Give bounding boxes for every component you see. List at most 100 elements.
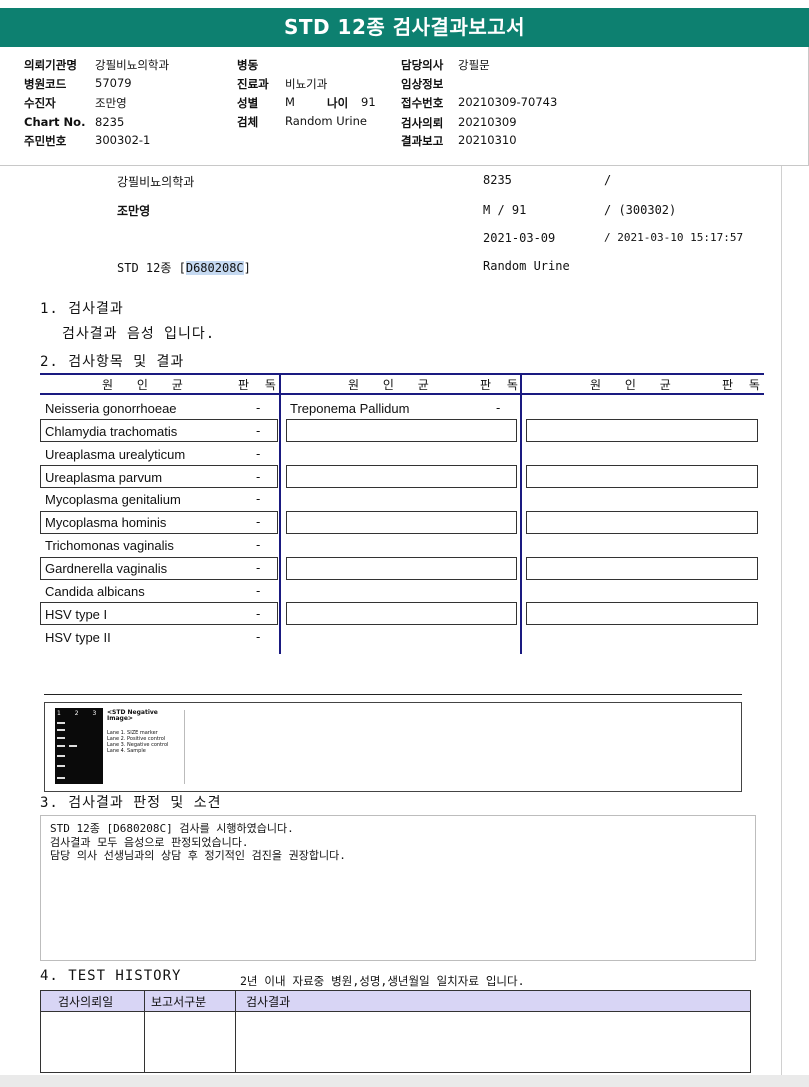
section1-heading: 1. 검사결과	[40, 301, 124, 317]
pathogen-result: -	[256, 470, 261, 484]
col-result-1: 판 독	[238, 378, 282, 392]
summary-slash: /	[604, 173, 612, 187]
receipt-value: 20210309-70743	[458, 95, 558, 109]
gel-legend-title: <STD Negative Image>	[107, 709, 158, 722]
gel-legend-line: Lane 4. Sample	[107, 748, 146, 754]
pathogen-name: Neisseria gonorrhoeae	[45, 401, 177, 416]
gel-band	[57, 765, 65, 767]
opinion-line: 검사결과 모두 음성으로 판정되었습니다.	[50, 835, 249, 849]
col-pathogen-2: 원 인 균	[348, 378, 439, 392]
pathogen-name: Mycoplasma genitalium	[45, 492, 181, 507]
section2-heading: 2. 검사항목 및 결과	[40, 354, 185, 370]
summary-sex-age: M / 91	[483, 203, 527, 217]
pathogen-result: -	[256, 401, 261, 415]
row-box	[286, 465, 517, 488]
section1-text: 검사결과 음성 입니다.	[62, 326, 216, 342]
pathogen-result: -	[256, 607, 261, 621]
summary-test-code: D680208C	[185, 261, 244, 275]
summary-clinic: 강필비뇨의학과	[117, 175, 195, 189]
pathogen-result: -	[256, 630, 261, 644]
age-value: 91	[361, 95, 376, 109]
table-divider-1	[279, 375, 281, 654]
section4-note: 2년 이내 자료중 병원,성명,생년월일 일치자료 입니다.	[240, 974, 525, 988]
pathogen-name: Treponema Pallidum	[290, 401, 410, 416]
summary-specimen: Random Urine	[483, 259, 570, 273]
bottom-bar	[0, 1075, 809, 1087]
pathogen-name: Ureaplasma parvum	[45, 470, 163, 485]
doctor-label: 담당의사	[401, 58, 444, 72]
institution-label: 의뢰기관명	[24, 58, 77, 72]
pathogen-result: -	[256, 447, 261, 461]
hospital-code-label: 병원코드	[24, 77, 67, 91]
gel-band	[69, 745, 77, 747]
gel-legend: <STD Negative Image> Lane 1. SIZE marker…	[107, 710, 185, 784]
summary-request-date: 2021-03-09	[483, 231, 556, 245]
row-box	[286, 419, 517, 442]
row-box	[526, 557, 758, 580]
opinion-line: STD 12종 [D680208C] 검사를 시행하였습니다.	[50, 822, 294, 835]
report-title: STD 12종 검사결과보고서	[0, 8, 809, 47]
row-box	[526, 419, 758, 442]
pathogen-result: -	[256, 424, 261, 438]
pathogen-result: -	[496, 401, 501, 415]
pathogen-result: -	[256, 538, 261, 552]
hospital-code-value: 57079	[95, 76, 132, 90]
history-table: 검사의뢰일 보고서구분 검사결과	[40, 990, 751, 1073]
request-value: 20210309	[458, 115, 517, 129]
gel-band	[57, 745, 65, 747]
request-label: 검사의뢰	[401, 116, 444, 130]
summary-test: STD 12종 [D680208C]	[117, 259, 251, 276]
col-result-2: 판 독	[480, 378, 524, 392]
history-col-result: 검사결과	[246, 995, 291, 1009]
summary-name: 조만영	[117, 204, 151, 218]
summary-chart: 8235	[483, 173, 512, 187]
report-label: 결과보고	[401, 134, 444, 148]
row-box	[286, 557, 517, 580]
department-label: 진료과	[237, 77, 269, 91]
gel-band	[57, 729, 65, 731]
specimen-label: 검체	[237, 115, 259, 129]
section4-heading: 4. TEST HISTORY	[40, 968, 182, 984]
pathogen-name: Trichomonas vaginalis	[45, 538, 174, 553]
pathogen-name: HSV type I	[45, 607, 108, 622]
pathogen-result: -	[256, 561, 261, 575]
pathogen-name: HSV type II	[45, 630, 111, 645]
pathogen-result: -	[256, 492, 261, 506]
chart-value: 8235	[95, 115, 125, 129]
patient-value: 조만영	[95, 96, 127, 110]
patient-label: 수진자	[24, 96, 56, 110]
gel-band	[57, 755, 65, 757]
clinical-label: 임상정보	[401, 77, 444, 91]
pathogen-name: Mycoplasma hominis	[45, 515, 167, 530]
pathogen-result: -	[256, 515, 261, 529]
history-col-type: 보고서구분	[151, 995, 207, 1009]
opinion-line: 담당 의사 선생님과의 상담 후 정기적인 검진을 권장합니다.	[50, 849, 346, 862]
image-top-rule	[44, 694, 742, 695]
gel-band	[57, 777, 65, 779]
ward-label: 병동	[237, 58, 259, 72]
gel-band	[57, 722, 65, 724]
row-box	[286, 511, 517, 534]
department-value: 비뇨기과	[285, 77, 328, 91]
table-divider-2	[520, 375, 522, 654]
col-pathogen-3: 원 인 균	[590, 378, 681, 392]
opinion-box: STD 12종 [D680208C] 검사를 시행하였습니다. 검사결과 모두 …	[40, 815, 756, 961]
summary-resident: / (300302)	[604, 203, 677, 217]
pathogen-name: Candida albicans	[45, 584, 145, 599]
receipt-label: 접수번호	[401, 96, 444, 110]
resident-label: 주민번호	[24, 134, 67, 148]
report-value: 20210310	[458, 133, 517, 147]
col-pathogen-1: 원 인 균	[102, 378, 193, 392]
section3-heading: 3. 검사결과 판정 및 소견	[40, 795, 222, 811]
institution-value: 강필비뇨의학과	[95, 58, 170, 72]
pathogen-name: Chlamydia trachomatis	[45, 424, 178, 439]
pathogen-name: Ureaplasma urealyticum	[45, 447, 186, 462]
col-result-3: 판 독	[722, 378, 766, 392]
history-col-request: 검사의뢰일	[58, 995, 114, 1009]
row-box	[526, 465, 758, 488]
row-box	[286, 602, 517, 625]
table-top-rule	[40, 373, 764, 375]
sex-value: M	[285, 95, 295, 109]
right-margin	[781, 166, 809, 1075]
summary-test-close: ]	[243, 261, 251, 275]
